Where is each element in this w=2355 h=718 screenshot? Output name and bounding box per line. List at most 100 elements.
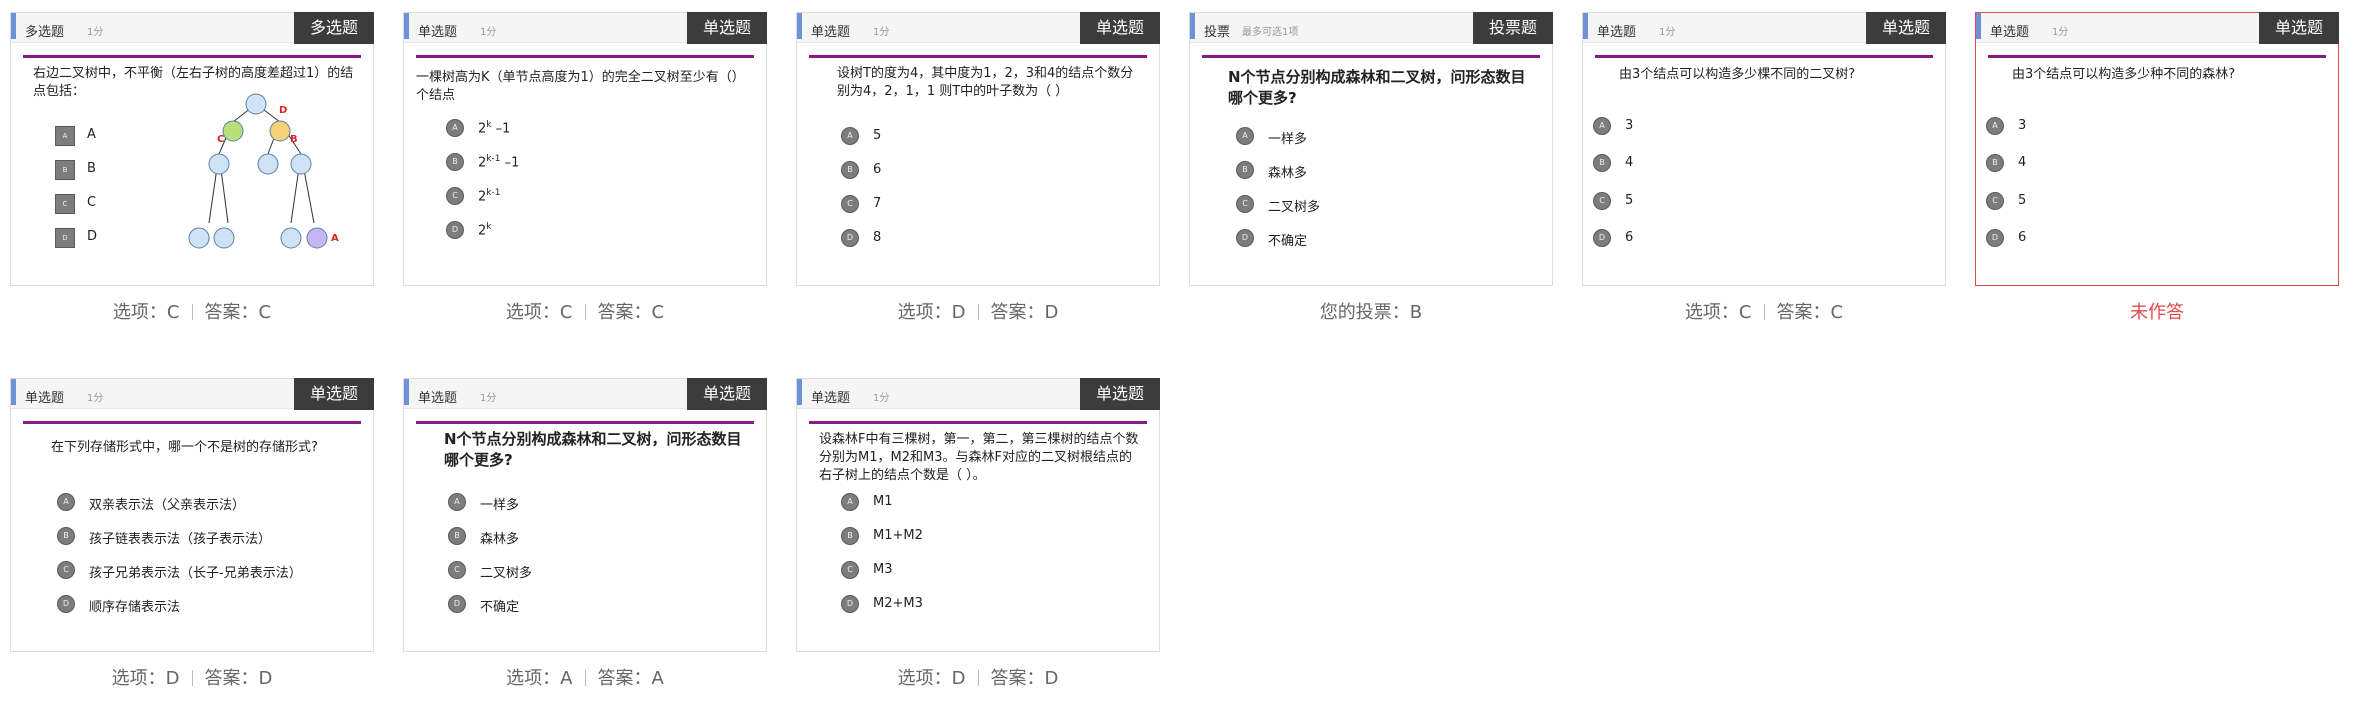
header-accent-bar [1190, 13, 1195, 39]
result-line: 选项：D 答案：D [796, 298, 1160, 324]
divider-line [809, 55, 1147, 58]
radio-a[interactable]: A [841, 127, 859, 145]
correct-answer: 答案：C [1776, 302, 1844, 323]
radio-b[interactable]: B [1593, 154, 1611, 172]
radio-b[interactable]: B [1986, 154, 2004, 172]
checkbox-d[interactable]: D [55, 228, 75, 248]
question-type-label: 单选题 [1597, 25, 1637, 40]
tree-node [257, 153, 279, 175]
question-card-9[interactable]: 单选题 1分 单选题 设森林F中有三棵树，第一，第二，第三棵树的结点个数分别为M… [796, 378, 1160, 652]
question-score: 1分 [873, 27, 890, 38]
question-text: 在下列存储形式中，哪一个不是树的存储形式? [51, 440, 318, 455]
radio-c[interactable]: C [1236, 195, 1254, 213]
radio-a[interactable]: A [448, 493, 466, 511]
correct-answer: 答案：C [204, 302, 272, 323]
radio-a[interactable]: A [841, 493, 859, 511]
radio-c[interactable]: C [446, 187, 464, 205]
option-text: 5 [1625, 193, 1634, 208]
question-type-tag: 单选题 [1080, 12, 1160, 44]
radio-d[interactable]: D [1236, 229, 1254, 247]
divider-line [1202, 55, 1540, 58]
selected-choice: 选项：C [1684, 302, 1752, 323]
radio-c[interactable]: C [1986, 192, 2004, 210]
option-text: 4 [2018, 155, 2027, 170]
radio-d[interactable]: D [841, 595, 859, 613]
question-card-8[interactable]: 单选题 1分 单选题 N个节点分别构成森林和二叉树，问形态数目哪个更多? A 一样… [403, 378, 767, 652]
radio-a[interactable]: A [1593, 117, 1611, 135]
radio-c[interactable]: C [1593, 192, 1611, 210]
option-text: 二叉树多 [1268, 200, 1321, 215]
card-header: 单选题 1分 单选题 [1583, 12, 1946, 44]
power-suffix: –1 [500, 155, 520, 171]
question-score: 1分 [87, 27, 104, 38]
option-text: 5 [2018, 193, 2027, 208]
question-type-label: 单选题 [25, 391, 65, 406]
radio-c[interactable]: C [448, 561, 466, 579]
radio-d[interactable]: D [448, 595, 466, 613]
question-card-3[interactable]: 单选题 1分 单选题 设树T的度为4，其中度为1，2，3和4的结点个数分别为4，… [796, 12, 1160, 286]
question-card-2[interactable]: 单选题 1分 单选题 一棵树高为K（单节点高度为1）的完全二叉树至少有（）个结点… [403, 12, 767, 286]
result-separator [977, 304, 979, 320]
radio-d[interactable]: D [1986, 229, 2004, 247]
question-card-6[interactable]: 单选题 1分 单选题 由3个结点可以构造多少种不同的森林? A3 B4 C5 D… [1975, 12, 2339, 286]
question-type-tag: 单选题 [687, 378, 767, 410]
question-text: 设树T的度为4，其中度为1，2，3和4的结点个数分别为4，2，1，1 则T中的叶… [837, 66, 1134, 99]
result-line: 选项：D 答案：D [796, 664, 1160, 690]
correct-answer: 答案：D [204, 668, 273, 689]
question-score: 1分 [480, 27, 497, 38]
card-header: 单选题 1分 单选题 [404, 378, 767, 410]
question-type-tag: 投票题 [1473, 12, 1553, 44]
selected-choice: 选项：D [111, 668, 180, 689]
radio-b[interactable]: B [57, 527, 75, 545]
radio-c[interactable]: C [841, 195, 859, 213]
radio-c[interactable]: C [841, 561, 859, 579]
question-type-label: 单选题 [811, 391, 851, 406]
radio-d[interactable]: D [57, 595, 75, 613]
question-score: 1分 [2052, 27, 2069, 38]
radio-a[interactable]: A [1236, 127, 1254, 145]
tree-label-d: D [279, 105, 287, 116]
unanswered-status: 未作答 [2130, 302, 2184, 323]
power-exponent: k-1 [486, 188, 501, 198]
card-header: 投票 最多可选1项 投票题 [1190, 12, 1553, 44]
header-accent-bar [1583, 13, 1588, 39]
selected-choice: 选项：A [506, 668, 573, 689]
result-separator [1763, 304, 1765, 320]
question-text: 一棵树高为K（单节点高度为1）的完全二叉树至少有（）个结点 [416, 70, 745, 103]
card-header: 单选题 1分 单选题 [797, 12, 1160, 44]
question-score: 1分 [873, 393, 890, 404]
checkbox-b[interactable]: B [55, 160, 75, 180]
radio-d[interactable]: D [446, 221, 464, 239]
question-card-5[interactable]: 单选题 1分 单选题 由3个结点可以构造多少棵不同的二叉树? A3 B4 C5 … [1582, 12, 1946, 286]
radio-d[interactable]: D [1593, 229, 1611, 247]
checkbox-a[interactable]: A [55, 126, 75, 146]
tree-label-c: C [217, 134, 224, 145]
radio-b[interactable]: B [446, 153, 464, 171]
tree-node-c [222, 120, 244, 142]
card-header: 单选题 1分 单选题 [11, 378, 374, 410]
tree-node-a [306, 227, 328, 249]
option-text: 2k [478, 222, 492, 238]
radio-a[interactable]: A [1986, 117, 2004, 135]
radio-b[interactable]: B [448, 527, 466, 545]
question-card-4[interactable]: 投票 最多可选1项 投票题 N个节点分别构成森林和二叉树，问形态数目哪个更多? … [1189, 12, 1553, 286]
selected-choice: 选项：C [505, 302, 573, 323]
radio-a[interactable]: A [57, 493, 75, 511]
radio-b[interactable]: B [841, 527, 859, 545]
question-card-1[interactable]: 多选题 1分 多选题 右边二叉树中，不平衡（左右子树的高度差超过1）的结点包括：… [10, 12, 374, 286]
checkbox-c[interactable]: C [55, 194, 75, 214]
divider-line [416, 421, 754, 424]
question-card-7[interactable]: 单选题 1分 单选题 在下列存储形式中，哪一个不是树的存储形式? A 双亲表示法（… [10, 378, 374, 652]
question-score: 1分 [87, 393, 104, 404]
radio-c[interactable]: C [57, 561, 75, 579]
radio-b[interactable]: B [841, 161, 859, 179]
result-line: 选项：C 答案：C [10, 298, 374, 324]
radio-a[interactable]: A [446, 119, 464, 137]
question-type-label: 投票 [1204, 25, 1231, 40]
tree-node-b [269, 120, 291, 142]
option-text: 6 [2018, 230, 2027, 245]
radio-b[interactable]: B [1236, 161, 1254, 179]
option-text: A [87, 127, 96, 142]
radio-d[interactable]: D [841, 229, 859, 247]
selected-choice: 选项：C [112, 302, 180, 323]
